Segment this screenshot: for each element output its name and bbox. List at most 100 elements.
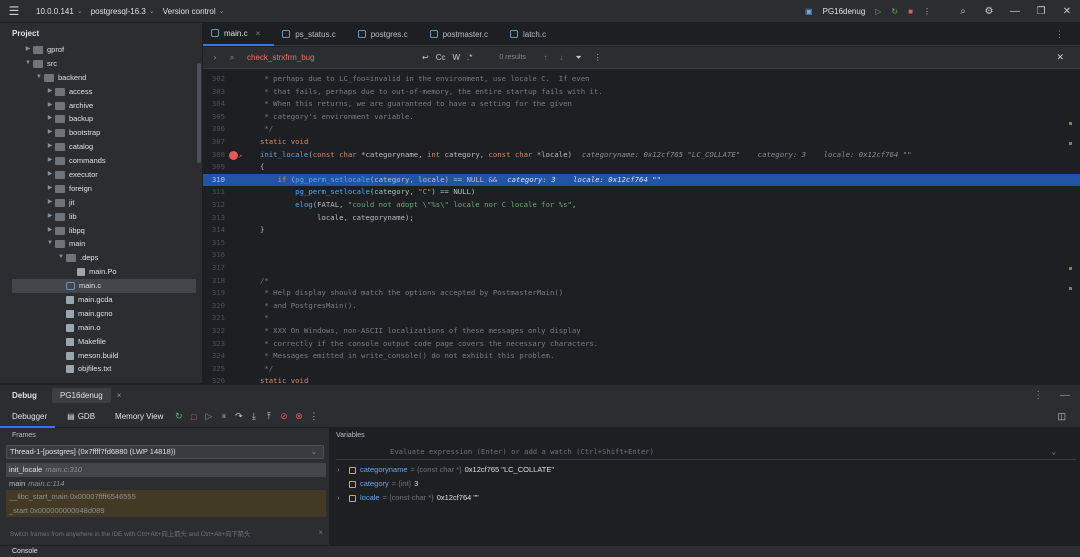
tree-item[interactable]: main.Po bbox=[0, 265, 202, 279]
regex-toggle[interactable]: .* bbox=[467, 53, 472, 62]
tree-item[interactable]: ▶ lib bbox=[0, 210, 202, 224]
line-number[interactable]: 321 bbox=[203, 312, 225, 325]
line-number[interactable]: 326 bbox=[203, 375, 225, 383]
line-number[interactable]: 316 bbox=[203, 249, 225, 262]
tree-item[interactable]: ▶ access bbox=[0, 85, 202, 99]
chevron-right-icon[interactable]: › bbox=[337, 491, 349, 505]
stack-frame[interactable]: init_locale main.c:310 bbox=[6, 463, 326, 477]
line-number[interactable]: 313 bbox=[203, 212, 225, 225]
chevron-right-icon[interactable]: ▶ bbox=[45, 126, 55, 140]
more-icon[interactable]: ⋮ bbox=[594, 53, 602, 62]
variable-row[interactable]: › locale = {const char *} 0x12cf764 "" bbox=[337, 491, 479, 505]
remote-host[interactable]: 10.0.0.141 ⌄ bbox=[36, 7, 83, 16]
close-icon[interactable]: × bbox=[256, 29, 261, 38]
arrow-down-icon[interactable]: ↓ bbox=[559, 53, 563, 62]
chevron-right-icon[interactable]: ▶ bbox=[45, 196, 55, 210]
close-icon[interactable]: ✕ bbox=[1054, 6, 1080, 17]
tab-debugger[interactable]: Debugger bbox=[0, 406, 56, 428]
gear-icon[interactable]: ⚙ bbox=[976, 6, 1002, 17]
project-selector[interactable]: postgresql-16.3 ⌄ bbox=[91, 7, 155, 16]
breakpoint-icon[interactable] bbox=[229, 150, 238, 160]
chevron-right-icon[interactable]: ▶ bbox=[45, 224, 55, 238]
console-label[interactable]: Console bbox=[12, 548, 38, 555]
line-number[interactable]: 306 bbox=[203, 123, 225, 136]
line-number[interactable]: 304 bbox=[203, 98, 225, 111]
line-number[interactable]: 320 bbox=[203, 300, 225, 313]
pause-icon[interactable]: ⏸ bbox=[216, 411, 231, 422]
find-input[interactable]: check_strxfrm_bug bbox=[237, 53, 422, 62]
more-icon[interactable]: ⋮ bbox=[306, 411, 321, 422]
thread-selector[interactable]: Thread-1-[postgres] (0x7ffff7fd6880 (LWP… bbox=[6, 445, 324, 459]
tree-item[interactable]: ▶ bootstrap bbox=[0, 126, 202, 140]
line-number[interactable]: 309 bbox=[203, 161, 225, 174]
more-icon[interactable]: ⋮ bbox=[1055, 29, 1064, 40]
chevron-down-icon[interactable]: ▼ bbox=[56, 251, 66, 265]
minimize-icon[interactable]: — bbox=[1002, 6, 1028, 17]
tab-ps-status-c[interactable]: ps_status.c bbox=[274, 23, 349, 46]
tree-item[interactable]: ▶ commands bbox=[0, 154, 202, 168]
expand-icon[interactable]: › bbox=[203, 53, 227, 62]
tree-item[interactable]: ▼ main bbox=[0, 237, 202, 251]
tree-item[interactable]: ▶ archive bbox=[0, 99, 202, 113]
stack-frame[interactable]: __libc_start_main 0x00007ffff6546555 bbox=[6, 490, 326, 504]
tree-item[interactable]: meson.build bbox=[0, 349, 202, 363]
tree-item[interactable]: objfiles.txt bbox=[0, 362, 202, 376]
run-icon[interactable]: ▷ bbox=[875, 7, 881, 16]
line-number[interactable]: 317 bbox=[203, 262, 225, 275]
tree-item[interactable]: ▶ jit bbox=[0, 196, 202, 210]
line-number[interactable]: 318 bbox=[203, 275, 225, 288]
tree-item[interactable]: main.c bbox=[12, 279, 196, 294]
history-icon[interactable]: ↩ bbox=[422, 53, 429, 62]
stop-icon[interactable]: ■ bbox=[908, 7, 913, 16]
tab-latch-c[interactable]: latch.c bbox=[502, 23, 560, 46]
line-number[interactable]: 307 bbox=[203, 136, 225, 149]
tree-item[interactable]: main.gcda bbox=[0, 293, 202, 307]
line-number[interactable]: 311 bbox=[203, 186, 225, 199]
chevron-down-icon[interactable]: ▼ bbox=[23, 57, 33, 71]
tree-item[interactable]: main.gcno bbox=[0, 307, 202, 321]
tree-item[interactable]: ▶ executor bbox=[0, 168, 202, 182]
run-config-selector[interactable]: PG16denug bbox=[823, 7, 866, 16]
vcs-menu[interactable]: Version control ⌄ bbox=[163, 7, 225, 16]
chevron-right-icon[interactable]: ▶ bbox=[23, 43, 33, 57]
variable-row[interactable]: category = {int} 3 bbox=[337, 477, 418, 491]
chevron-right-icon[interactable]: ▶ bbox=[45, 112, 55, 126]
tab-postmaster-c[interactable]: postmaster.c bbox=[422, 23, 502, 46]
more-icon[interactable]: ⋮ bbox=[1033, 390, 1043, 401]
arrow-up-icon[interactable]: ↑ bbox=[543, 53, 547, 62]
step-over-icon[interactable]: ↷ bbox=[231, 411, 246, 422]
line-number[interactable]: 323 bbox=[203, 338, 225, 351]
line-number[interactable]: 325 bbox=[203, 363, 225, 376]
tree-item[interactable]: ▼ .deps bbox=[0, 251, 202, 265]
close-icon[interactable]: × bbox=[117, 391, 122, 400]
search-icon[interactable]: ⌕ bbox=[950, 6, 976, 17]
step-into-icon[interactable]: ⤓ bbox=[246, 411, 261, 422]
rerun-icon[interactable]: ↻ bbox=[891, 7, 898, 16]
match-case-toggle[interactable]: Cc bbox=[436, 53, 446, 62]
tree-item[interactable]: ▶ libpq bbox=[0, 224, 202, 238]
tab-main-c[interactable]: main.c × bbox=[203, 23, 275, 46]
tree-item[interactable]: ▶ catalog bbox=[0, 140, 202, 154]
close-icon[interactable]: ✕ bbox=[1056, 52, 1064, 63]
chevron-right-icon[interactable]: ▶ bbox=[45, 99, 55, 113]
tree-item[interactable]: ▼ backend bbox=[0, 71, 202, 85]
restore-icon[interactable]: ❐ bbox=[1028, 6, 1054, 17]
chevron-down-icon[interactable]: ▼ bbox=[45, 237, 55, 251]
stop-icon[interactable]: □ bbox=[186, 412, 201, 422]
chevron-right-icon[interactable]: › bbox=[337, 463, 349, 477]
chevron-down-icon[interactable]: ⌄ bbox=[1052, 444, 1056, 460]
tree-item[interactable]: ▶ gprof bbox=[0, 43, 202, 57]
chevron-down-icon[interactable]: ▼ bbox=[34, 71, 44, 85]
line-number[interactable]: 308 bbox=[203, 149, 225, 162]
breakpoints-icon[interactable]: ⊘ bbox=[276, 411, 291, 422]
tree-item[interactable]: Makefile bbox=[0, 335, 202, 349]
code-editor[interactable]: 302 * perhaps due to LC_foo=invalid in t… bbox=[203, 70, 1080, 383]
chevron-right-icon[interactable]: ▶ bbox=[45, 154, 55, 168]
more-icon[interactable]: ⋮ bbox=[923, 7, 931, 16]
line-number[interactable]: 315 bbox=[203, 237, 225, 250]
rerun-icon[interactable]: ↻ bbox=[171, 411, 186, 422]
tree-item[interactable]: ▼ src bbox=[0, 57, 202, 71]
line-number[interactable]: 319 bbox=[203, 287, 225, 300]
chevron-right-icon[interactable]: ▶ bbox=[45, 210, 55, 224]
line-number[interactable]: 324 bbox=[203, 350, 225, 363]
